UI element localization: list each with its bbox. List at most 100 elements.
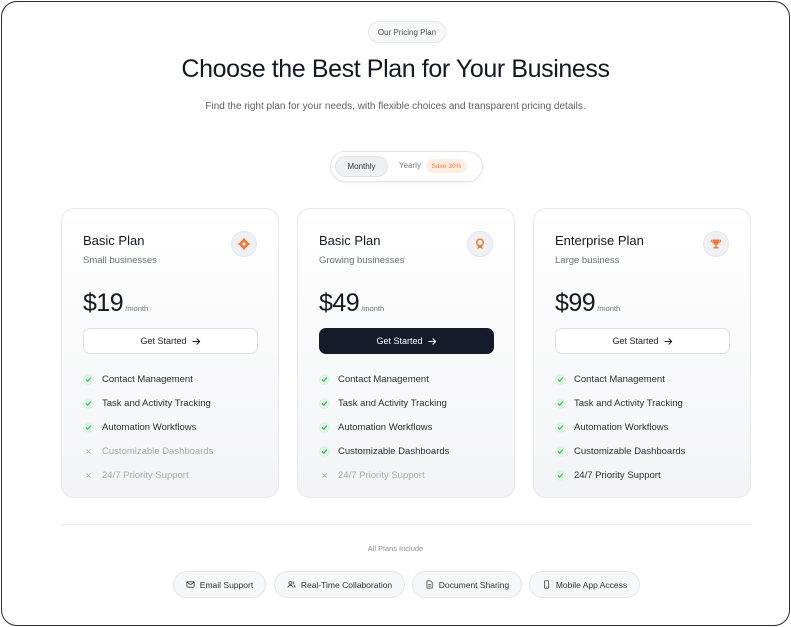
include-chip-real-time-collaboration: Real-Time Collaboration [274,571,405,598]
feature-label: Task and Activity Tracking [574,398,683,410]
feature-label: Task and Activity Tracking [102,398,211,410]
include-chip-email-support: Email Support [173,571,266,598]
check-icon [319,421,330,433]
billing-yearly-option[interactable]: Yearly [399,161,421,170]
check-icon [555,374,566,386]
include-label: Email Support [199,579,254,590]
check-icon [83,421,94,433]
plan-price: $19 [83,289,124,317]
plan-audience: Small businesses [83,255,157,266]
plan-name: Enterprise Plan [555,233,644,248]
feature-label: Automation Workflows [102,421,197,433]
plan-period: /month [361,304,385,313]
feature-label: Customizable Dashboards [102,445,214,457]
feature-label: Task and Activity Tracking [338,398,447,410]
feature-item: Contact Management [83,368,213,392]
price-row: $19 /month [83,289,148,318]
feature-item: Customizable Dashboards [319,439,449,463]
plan-price: $99 [555,289,596,317]
users-icon [287,581,296,588]
check-icon [555,469,566,481]
mobile-icon [543,580,549,589]
plan-audience: Large business [555,255,620,266]
check-icon [319,398,330,410]
plan-card-basic-growing: Basic Plan Growing businesses $49 /month… [297,208,515,498]
get-started-button[interactable]: Get Started [83,328,258,354]
price-row: $99 /month [555,289,620,318]
feature-label: Automation Workflows [574,421,669,433]
feature-label: Customizable Dashboards [338,445,450,457]
feature-list: Contact Management Task and Activity Tra… [83,368,213,487]
page-subtitle: Find the right plan for your needs, with… [205,101,586,112]
include-chip-mobile-app-access: Mobile App Access [529,571,640,598]
feature-item: Task and Activity Tracking [555,392,685,416]
plan-period: /month [125,304,149,313]
feature-item: Contact Management [555,368,685,392]
x-icon [83,446,94,457]
feature-list: Contact Management Task and Activity Tra… [319,368,449,487]
plan-audience: Growing businesses [319,255,405,266]
includes-title: All Plans Include [367,544,424,553]
plan-price: $49 [319,289,360,317]
document-icon [426,580,433,589]
include-chip-document-sharing: Document Sharing [412,571,522,598]
feature-item: Task and Activity Tracking [83,392,213,416]
plan-name: Basic Plan [319,233,381,248]
page-title: Choose the Best Plan for Your Business [181,55,610,83]
include-label: Real-Time Collaboration [300,579,393,590]
feature-item: Automation Workflows [555,416,685,440]
billing-toggle: Monthly Yearly Save 30% [330,151,483,182]
feature-item: 24/7 Priority Support [83,463,213,487]
check-icon [83,398,94,410]
x-icon [83,470,94,481]
feature-list: Contact Management Task and Activity Tra… [555,368,685,487]
feature-label: Contact Management [338,374,429,386]
billing-monthly-option[interactable]: Monthly [335,156,388,177]
feature-label: Customizable Dashboards [574,445,686,457]
pricing-page: Our Pricing Plan Choose the Best Plan fo… [1,1,790,626]
feature-label: Contact Management [574,374,665,386]
feature-label: 24/7 Priority Support [338,469,425,481]
save-badge: Save 30% [426,159,467,173]
price-row: $49 /month [319,289,384,318]
feature-label: Contact Management [102,374,193,386]
section-tag: Our Pricing Plan [368,21,446,43]
feature-item: Customizable Dashboards [555,439,685,463]
feature-item: 24/7 Priority Support [319,463,449,487]
get-started-label: Get Started [140,336,187,346]
feature-item: Task and Activity Tracking [319,392,449,416]
feature-label: 24/7 Priority Support [102,469,189,481]
get-started-label: Get Started [612,336,659,346]
feature-item: 24/7 Priority Support [555,463,685,487]
plan-period: /month [597,304,621,313]
get-started-button[interactable]: Get Started [319,328,494,354]
mail-icon [186,581,195,588]
plan-name: Basic Plan [83,233,145,248]
plan-card-enterprise: Enterprise Plan Large business $99 /mont… [533,208,751,498]
gear-icon [231,231,257,257]
feature-item: Automation Workflows [319,416,449,440]
get-started-button[interactable]: Get Started [555,328,730,354]
feature-label: 24/7 Priority Support [574,469,661,481]
x-icon [319,470,330,481]
check-icon [555,421,566,433]
get-started-label: Get Started [376,336,423,346]
arrow-right-icon [191,337,200,345]
feature-item: Contact Management [319,368,449,392]
check-icon [83,374,94,386]
arrow-right-icon [663,337,672,345]
plan-card-basic-small: Basic Plan Small businesses $19 /month G… [61,208,279,498]
feature-item: Customizable Dashboards [83,439,213,463]
include-label: Document Sharing [438,579,510,590]
feature-label: Automation Workflows [338,421,433,433]
trophy-icon [703,231,729,257]
feature-item: Automation Workflows [83,416,213,440]
include-label: Mobile App Access [555,579,628,590]
section-divider [61,524,752,525]
check-icon [555,445,566,457]
check-icon [319,445,330,457]
arrow-right-icon [427,337,436,345]
award-icon [467,231,493,257]
check-icon [319,374,330,386]
check-icon [555,398,566,410]
